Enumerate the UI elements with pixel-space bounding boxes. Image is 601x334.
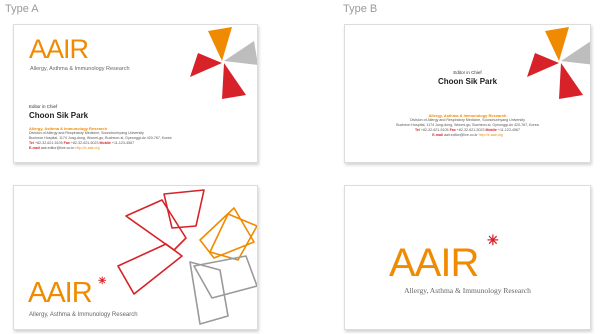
card-b-contact: E-mail aair.editor@live.co.kr http://e-a…	[345, 133, 590, 137]
card-b-division: Division of Allergy and Respiratory Medi…	[410, 118, 525, 122]
email-value: aair.editor@live.co.kr	[444, 133, 478, 137]
aair-logo: AAIR	[28, 277, 93, 309]
mobile-value: +11-123-4567	[497, 128, 521, 132]
card-a-division: Division of Allergy and Respiratory Medi…	[29, 131, 144, 135]
email-label: E-mail	[432, 133, 443, 137]
aair-logo: AAIR	[29, 34, 89, 64]
logo-tagline: Allergy, Asthma & Immunology Research	[404, 286, 531, 295]
email-value: aair.editor@live.co.kr	[40, 146, 75, 150]
aair-pinwheel-icon	[190, 27, 257, 99]
mobile-value: +11-123-4567	[111, 141, 135, 145]
asterisk-icon: ✳	[98, 276, 107, 287]
card-a-contact: E-mail aair.editor@live.co.kr http://e-a…	[29, 146, 100, 150]
card-a-role: Editor in Chief	[29, 104, 58, 109]
logo-tagline: Allergy, Asthma & Immunology Research	[30, 66, 130, 72]
fax-label: Fax	[449, 128, 456, 132]
logo-tagline: Allergy, Asthma & Immunology Research	[29, 312, 138, 318]
card-type-b-front: Editor in Chief Choon Sik Park Allergy, …	[344, 24, 591, 163]
asterisk-icon: ✳	[487, 232, 499, 248]
card-b-address: Bucheon Hospital, 1174 Jung-dong, Wonmi-…	[396, 123, 539, 127]
mobile-label: Mobile	[485, 128, 497, 132]
card-b-name: Choon Sik Park	[437, 77, 498, 86]
web-value: http://e-aair.org	[478, 133, 503, 137]
tel-value: +82-32-621-5105	[420, 128, 449, 132]
card-type-a-front: AAIR Allergy, Asthma & Immunology Resear…	[13, 24, 258, 163]
type-a-label: Type A	[5, 3, 39, 15]
card-b-role: Editor in Chief	[453, 70, 482, 75]
mobile-label: Mobile	[99, 141, 111, 145]
card-a-name: Choon Sik Park	[29, 111, 89, 120]
tel-label: Tel	[414, 128, 420, 132]
card-type-b-back: AAIR ✳ Allergy, Asthma & Immunology Rese…	[344, 185, 591, 330]
tel-value: +82-32-621-5105	[34, 141, 63, 145]
fax-label: Fax	[63, 141, 70, 145]
card-type-a-back: AAIR ✳ Allergy, Asthma & Immunology Rese…	[13, 185, 258, 330]
fax-value: +82-32-621-5023	[456, 128, 485, 132]
card-b-phones: Tel +82-32-621-5105 Fax +82-32-621-5023 …	[345, 128, 590, 132]
type-b-label: Type B	[343, 3, 378, 15]
tel-label: Tel	[29, 141, 34, 145]
aair-logo: AAIR	[389, 241, 479, 285]
web-value: http://e-aair.org	[75, 146, 100, 150]
card-a-phones: Tel +82-32-621-5105 Fax +82-32-621-5023 …	[29, 141, 134, 145]
email-label: E-mail	[29, 146, 40, 150]
card-a-address: Bucheon Hospital, 1174 Jung-dong, Wonmi-…	[29, 136, 172, 140]
fax-value: +82-32-621-5023	[70, 141, 99, 145]
aair-pinwheel-icon	[527, 27, 590, 99]
